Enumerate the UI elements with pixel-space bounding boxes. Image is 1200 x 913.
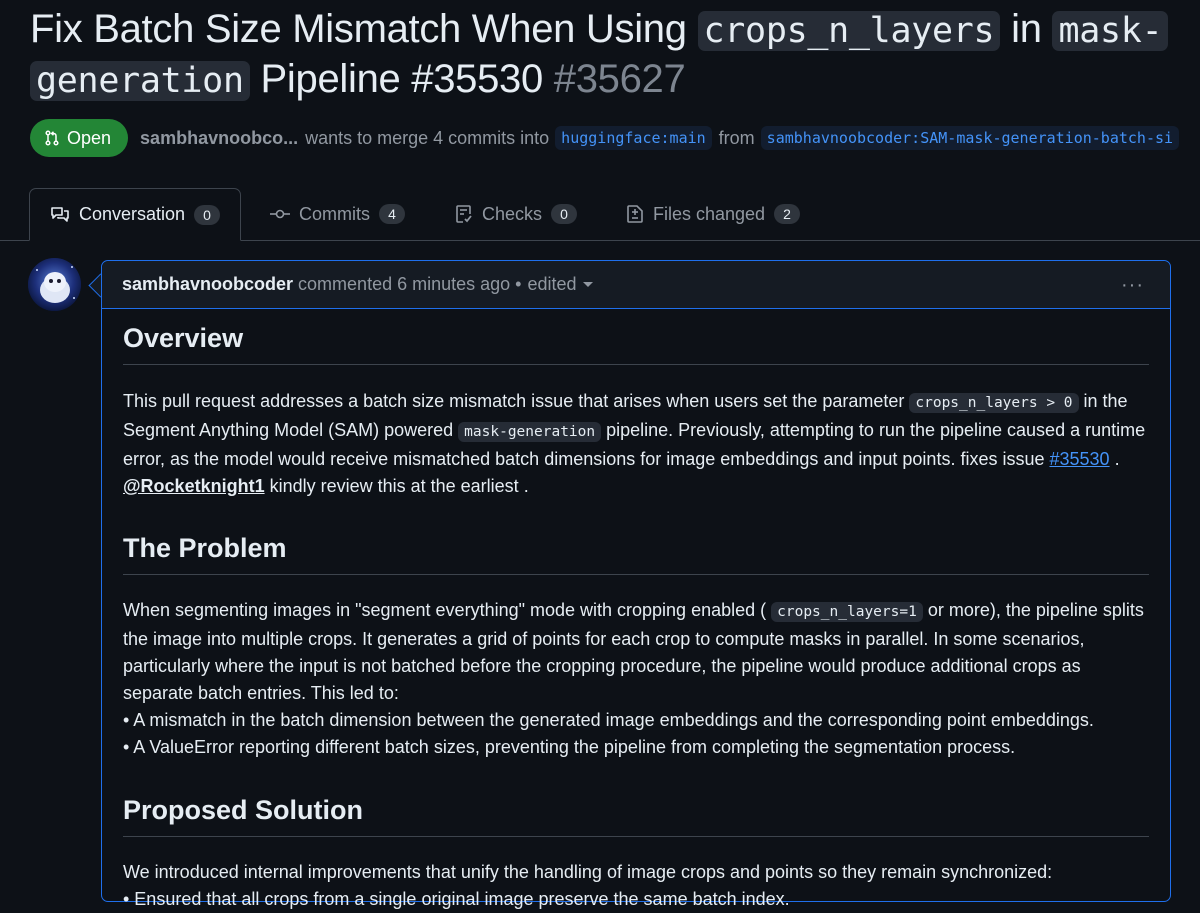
- avatar-image: [28, 258, 81, 311]
- tab-label: Conversation: [79, 204, 186, 224]
- pr-tabs: Conversation 0 Commits 4 Checks 0 Files …: [0, 188, 1200, 241]
- text: .: [1109, 449, 1120, 469]
- heading-problem: The Problem: [123, 531, 1149, 575]
- chevron-down-icon: [582, 281, 593, 287]
- pull-request-icon: [45, 130, 59, 146]
- inline-code: crops_n_layers > 0: [909, 393, 1079, 413]
- pr-meta: Open sambhavnoobco... wants to merge 4 c…: [30, 119, 1180, 157]
- problem-paragraph: When segmenting images in "segment every…: [123, 597, 1149, 761]
- title-text: in: [1000, 7, 1053, 51]
- text: We introduced internal improvements that…: [123, 862, 1053, 882]
- solution-paragraph: We introduced internal improvements that…: [123, 859, 1149, 913]
- text: This pull request addresses a batch size…: [123, 391, 910, 411]
- bullet-item: • A ValueError reporting different batch…: [123, 737, 1016, 757]
- edited-dropdown[interactable]: • edited: [515, 274, 593, 295]
- base-branch[interactable]: huggingface:main: [555, 126, 712, 150]
- inline-code: crops_n_layers=1: [771, 602, 923, 622]
- kebab-menu-icon[interactable]: ···: [1121, 274, 1144, 297]
- title-code-mask: mask-: [1052, 11, 1169, 51]
- tab-count: 0: [551, 204, 578, 224]
- separator: •: [515, 274, 522, 294]
- state-badge: Open: [30, 119, 129, 157]
- tab-conversation[interactable]: Conversation 0: [29, 188, 242, 241]
- title-text: Fix Batch Size Mismatch When Using: [30, 7, 698, 51]
- text: kindly review this at the earliest .: [264, 476, 529, 496]
- tab-commits[interactable]: Commits 4: [270, 188, 405, 240]
- overview-paragraph: This pull request addresses a batch size…: [123, 388, 1149, 500]
- tab-files-changed[interactable]: Files changed 2: [626, 188, 801, 240]
- bullet-item: • Ensured that all crops from a single o…: [123, 889, 790, 909]
- file-diff-icon: [627, 205, 643, 223]
- heading-overview: Overview: [123, 321, 1149, 365]
- comment-author-link[interactable]: sambhavnoobcoder: [122, 274, 293, 295]
- checklist-icon: [456, 205, 472, 223]
- tab-label: Files changed: [653, 203, 766, 224]
- inline-code: mask-generation: [458, 422, 602, 442]
- comment-timestamp[interactable]: commented 6 minutes ago: [298, 274, 510, 295]
- commit-icon: [270, 209, 290, 219]
- tab-checks[interactable]: Checks 0: [455, 188, 578, 240]
- from-text: from: [718, 127, 755, 148]
- avatar[interactable]: [28, 258, 81, 311]
- text: When segmenting images in "segment every…: [123, 600, 772, 620]
- comment-box: sambhavnoobcoder commented 6 minutes ago…: [101, 260, 1171, 909]
- heading-solution: Proposed Solution: [123, 793, 1149, 837]
- user-mention-link[interactable]: @Rocketknight1: [123, 476, 265, 496]
- tab-count: 4: [379, 204, 405, 224]
- title-code-crops: crops_n_layers: [697, 11, 1001, 51]
- merge-text: wants to merge 4 commits into: [305, 127, 550, 148]
- bullet-item: • A mismatch in the batch dimension betw…: [123, 710, 1094, 730]
- pr-author-link[interactable]: sambhavnoobco...: [140, 128, 298, 149]
- tab-label: Checks: [482, 203, 543, 224]
- tab-label: Commits: [299, 203, 370, 224]
- title-code-generation: generation: [30, 61, 250, 101]
- tab-count: 2: [774, 204, 801, 224]
- edited-label: edited: [527, 274, 577, 294]
- pr-number: #35627: [553, 57, 686, 101]
- head-branch[interactable]: sambhavnoobcoder:SAM-mask-generation-bat…: [760, 126, 1180, 150]
- pr-title: Fix Batch Size Mismatch When Using crops…: [30, 4, 1200, 104]
- comment-body: Overview This pull request addresses a b…: [123, 321, 1149, 913]
- comment-header: sambhavnoobcoder commented 6 minutes ago…: [102, 261, 1170, 309]
- issue-link[interactable]: #35530: [1049, 449, 1109, 469]
- title-text: Pipeline #35530: [249, 57, 554, 101]
- tab-count: 0: [194, 204, 221, 225]
- comment-discussion-icon: [51, 206, 69, 222]
- state-label: Open: [67, 127, 112, 148]
